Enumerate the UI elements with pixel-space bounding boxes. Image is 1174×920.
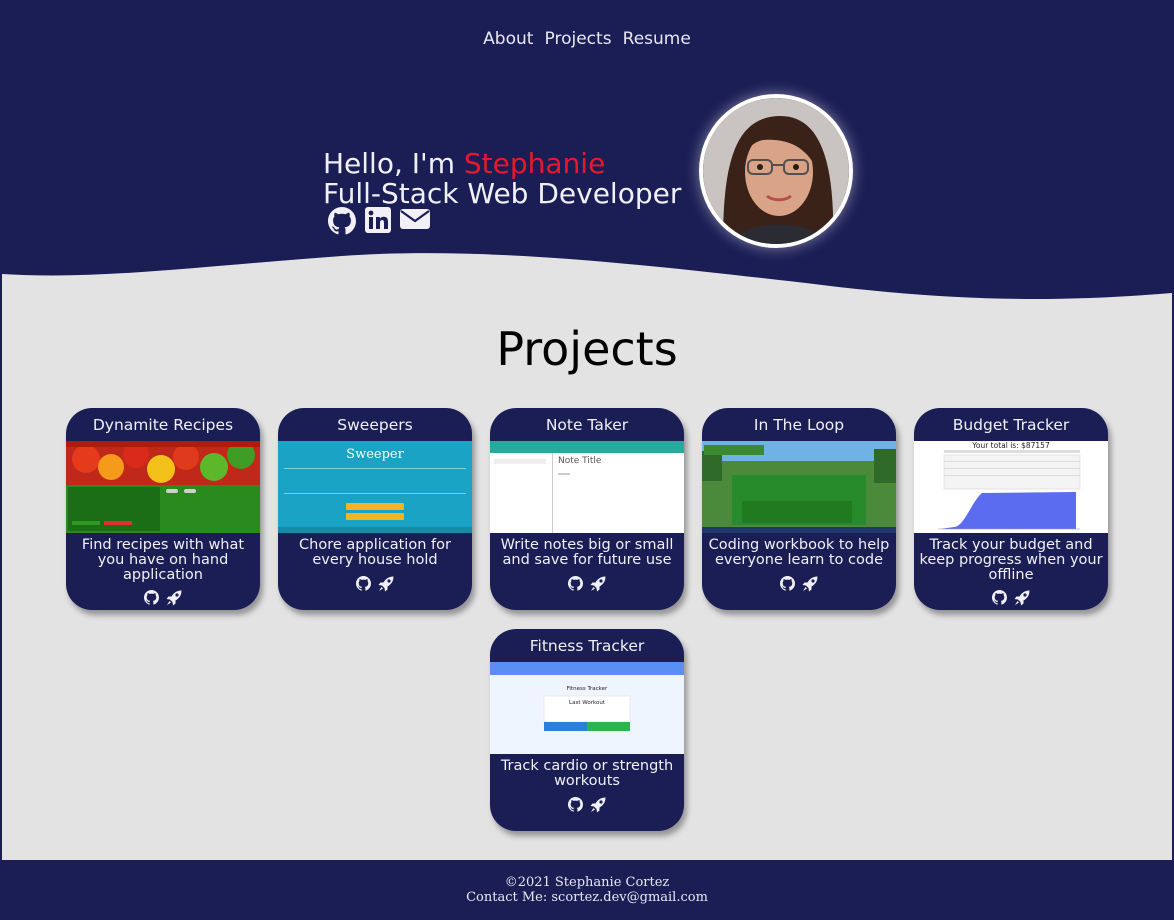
project-screenshot[interactable]: Fitness Tracker Last Workout — [490, 662, 684, 754]
project-title: In The Loop — [753, 416, 845, 434]
screenshot-title: Note Title — [558, 456, 602, 466]
screenshot-title: Fitness Tracker — [566, 686, 608, 692]
project-screenshot[interactable] — [66, 441, 260, 533]
project-description: Track your budget and keep progress when… — [919, 537, 1103, 583]
project-description: Find recipes with what you have on hand … — [81, 537, 245, 583]
project-links — [490, 576, 684, 596]
rocket-icon[interactable] — [590, 576, 606, 596]
social-links — [328, 207, 430, 239]
nav-resume[interactable]: Resume — [623, 29, 691, 49]
greeting-line: Hello, I'm Stephanie — [323, 149, 681, 179]
github-icon[interactable] — [356, 576, 372, 596]
project-links — [66, 590, 260, 610]
project-card-note-taker: Note Taker Note Title Write notes big or… — [490, 408, 684, 610]
project-card-budget-tracker: Budget Tracker Your total is: $87157 Tra… — [914, 408, 1108, 610]
project-card-in-the-loop: In The Loop Coding workbook to help ever… — [702, 408, 896, 610]
rocket-icon[interactable] — [378, 576, 394, 596]
github-icon[interactable] — [568, 797, 584, 817]
screenshot-subtitle: Last Workout — [569, 700, 605, 706]
hero-name: Stephanie — [463, 147, 606, 180]
project-title: Fitness Tracker — [529, 637, 645, 655]
project-description: Write notes big or small and save for fu… — [500, 537, 674, 568]
envelope-icon[interactable] — [400, 207, 430, 239]
hero: About Projects Resume Hello, I'm Stephan… — [2, 2, 1172, 312]
footer-copyright: ©2021 Stephanie Cortez — [504, 875, 670, 890]
project-description: Track cardio or strength workouts — [500, 758, 674, 789]
nav-projects[interactable]: Projects — [545, 29, 612, 49]
top-nav: About Projects Resume — [2, 29, 1172, 49]
project-description: Chore application for every house hold — [299, 537, 451, 568]
project-links — [914, 590, 1108, 610]
github-icon[interactable] — [144, 590, 160, 610]
avatar-frame — [699, 94, 853, 248]
project-card-fitness-tracker: Fitness Tracker Fitness Tracker Last Wor… — [490, 629, 684, 831]
github-icon[interactable] — [568, 576, 584, 596]
project-links — [702, 576, 896, 596]
intro-text: Hello, I'm Stephanie Full-Stack Web Deve… — [323, 149, 681, 209]
role: Full-Stack Web Developer — [323, 177, 682, 210]
project-card-sweepers: Sweepers Sweeper Chore application for e… — [278, 408, 472, 610]
project-title: Budget Tracker — [952, 416, 1070, 434]
project-title: Dynamite Recipes — [92, 416, 234, 434]
github-icon[interactable] — [780, 576, 796, 596]
project-links — [278, 576, 472, 596]
project-links — [490, 797, 684, 817]
project-card-dynamite-recipes: Dynamite Recipes Find recipes with what … — [66, 408, 260, 610]
project-title: Sweepers — [337, 416, 413, 434]
project-title: Note Taker — [545, 416, 629, 434]
project-screenshot[interactable]: Sweeper — [278, 441, 472, 533]
rocket-icon[interactable] — [590, 797, 606, 817]
project-screenshot[interactable]: Note Title — [490, 441, 684, 533]
rocket-icon[interactable] — [1014, 590, 1030, 610]
nav-about[interactable]: About — [483, 29, 533, 49]
avatar — [703, 98, 849, 244]
github-icon[interactable] — [328, 207, 357, 239]
project-description: Coding workbook to help everyone learn t… — [708, 537, 890, 568]
rocket-icon[interactable] — [166, 590, 182, 610]
greeting: Hello, I'm — [323, 147, 464, 180]
linkedin-icon[interactable] — [365, 207, 391, 239]
github-icon[interactable] — [992, 590, 1008, 610]
project-screenshot[interactable] — [702, 441, 896, 533]
projects-heading: Projects — [496, 322, 678, 376]
project-screenshot[interactable]: Your total is: $87157 — [914, 441, 1108, 533]
rocket-icon[interactable] — [802, 576, 818, 596]
page: About Projects Resume Hello, I'm Stephan… — [2, 2, 1172, 918]
footer: ©2021 Stephanie Cortez Contact Me: scort… — [2, 860, 1172, 918]
footer-contact[interactable]: Contact Me: scortez.dev@gmail.com — [2, 890, 1172, 905]
